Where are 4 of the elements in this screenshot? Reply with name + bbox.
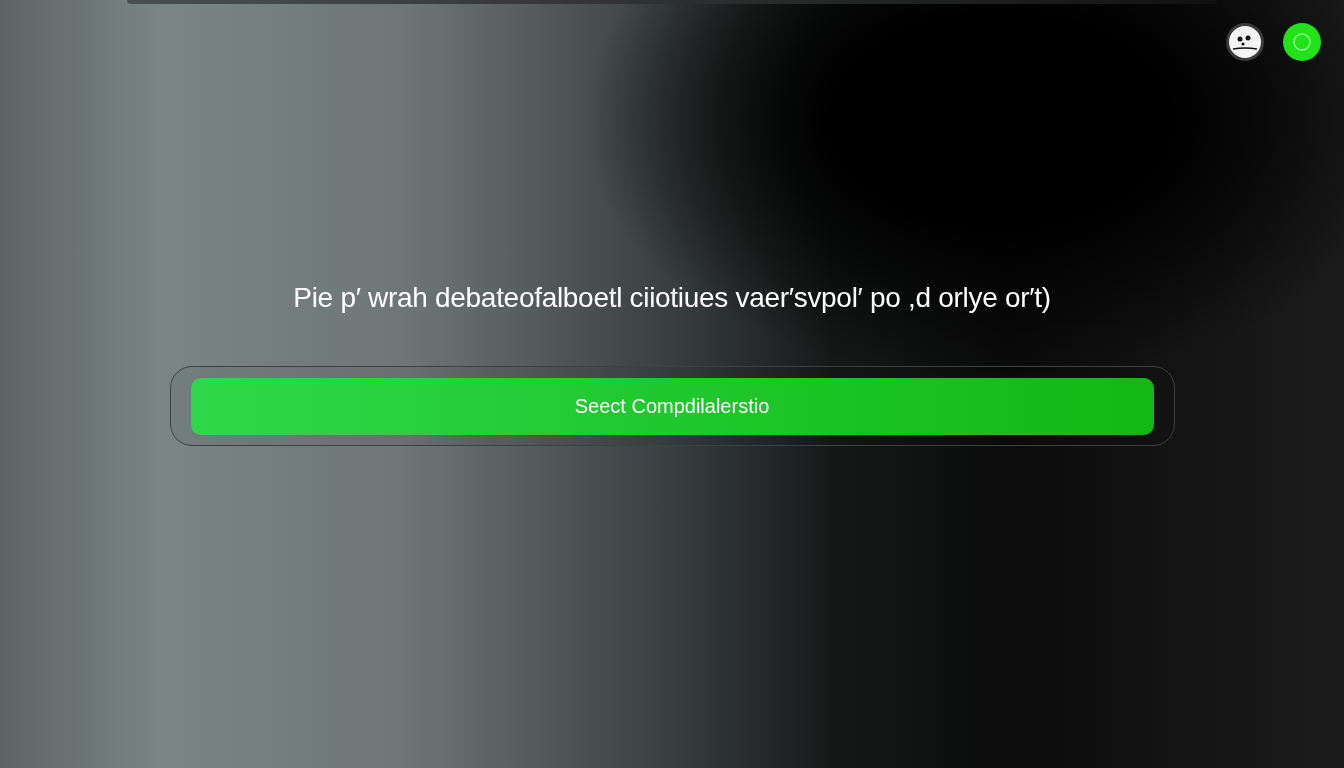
avatar-icon[interactable] xyxy=(1225,22,1265,62)
primary-button[interactable]: Seect Compdilalerstio xyxy=(190,377,1154,435)
heading: Pie p′ wrah debateofalboetl ciiotiues vaer′svpol′ po ,d orlye or′t) xyxy=(293,282,1051,314)
status-icon[interactable] xyxy=(1282,22,1322,62)
